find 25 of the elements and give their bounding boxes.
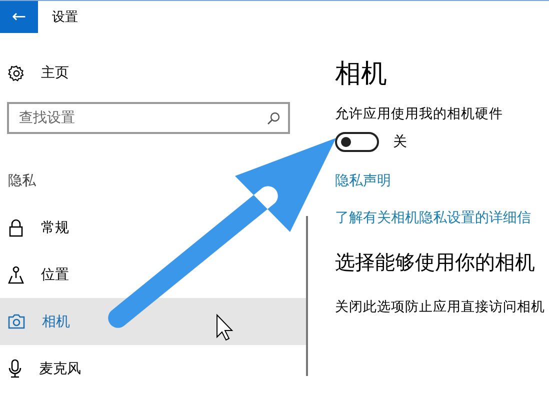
search-field[interactable]: 查找设置 bbox=[7, 102, 290, 134]
toggle-state-label: 关 bbox=[393, 133, 407, 151]
privacy-link[interactable]: 隐私声明 bbox=[335, 172, 549, 190]
page-title: 相机 bbox=[335, 58, 388, 91]
section-heading: 选择能够使用你的相机 bbox=[335, 249, 536, 276]
home-nav-item[interactable]: 主页 bbox=[0, 61, 308, 85]
pin-icon bbox=[8, 266, 24, 284]
nav-item[interactable]: 常规 bbox=[0, 204, 308, 251]
learn-more-link[interactable]: 了解有关相机隐私设置的详细信 bbox=[335, 209, 549, 227]
cursor-icon bbox=[216, 314, 234, 341]
microphone-icon bbox=[8, 359, 22, 378]
camera-icon bbox=[8, 314, 25, 329]
nav-item[interactable]: 麦克风 bbox=[0, 345, 308, 392]
setting-label: 允许应用使用我的相机硬件 bbox=[335, 105, 504, 123]
scrollbar[interactable] bbox=[306, 216, 308, 376]
window-title: 设置 bbox=[52, 9, 78, 26]
back-button[interactable]: ← bbox=[0, 1, 38, 33]
nav-item[interactable]: 相机 bbox=[0, 298, 308, 345]
description-text: 关闭此选项防止应用直接访问相机 bbox=[335, 298, 546, 316]
toggle-switch[interactable] bbox=[335, 132, 379, 152]
nav-item[interactable]: 位置 bbox=[0, 251, 308, 298]
search-icon bbox=[267, 112, 280, 125]
section-heading: 隐私 bbox=[8, 172, 37, 190]
lock-icon bbox=[8, 218, 24, 236]
settings-icon bbox=[8, 64, 25, 82]
